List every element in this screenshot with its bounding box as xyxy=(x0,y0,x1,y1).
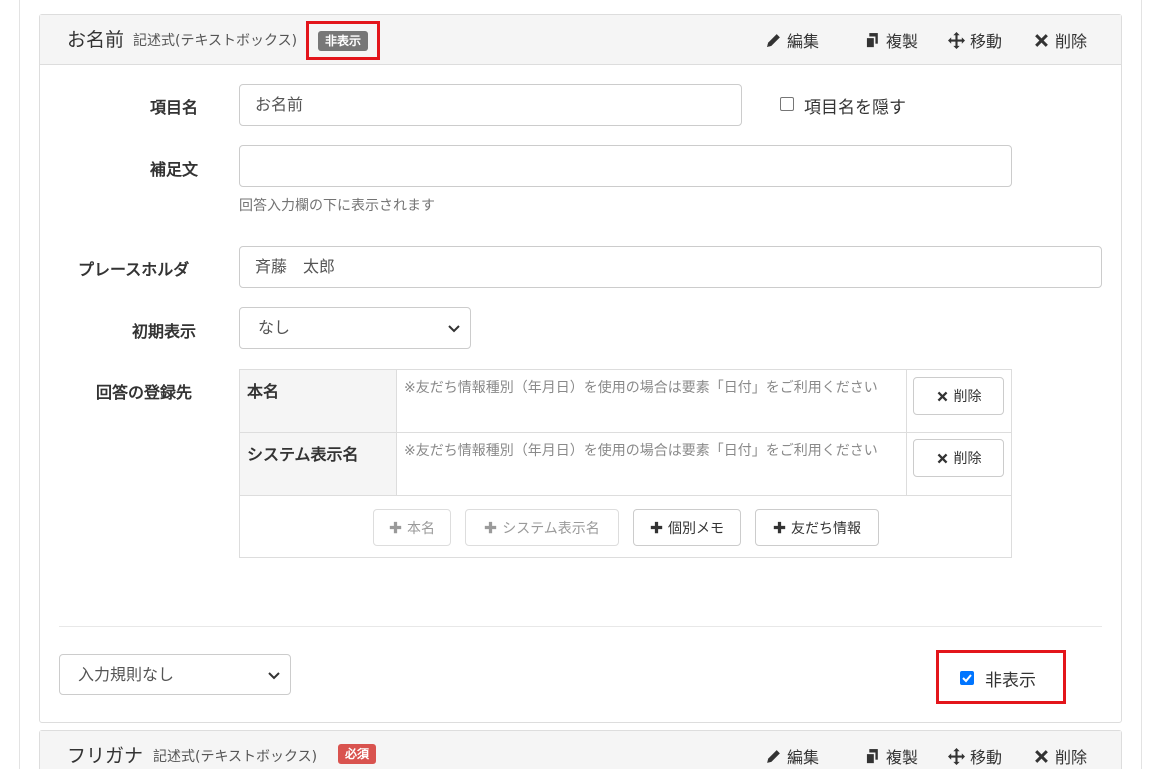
add-real-name-button[interactable]: 本名 xyxy=(373,509,451,546)
delete-button[interactable]: 削除 xyxy=(1033,28,1087,52)
pencil-icon xyxy=(767,33,780,47)
plus-icon xyxy=(389,521,402,534)
registration-note: ※友だち情報種別（年月日）を使用の場合は要素「日付」をご利用ください xyxy=(397,433,907,495)
remove-label: 削除 xyxy=(953,451,982,467)
registration-table: 本名 ※友だち情報種別（年月日）を使用の場合は要素「日付」をご利用ください 削除… xyxy=(239,369,1012,558)
copy-hand-icon xyxy=(865,32,878,49)
item-name-input[interactable]: お名前 xyxy=(239,84,742,126)
card-type-label: 記述式(テキストボックス) xyxy=(133,33,298,49)
item-name-label: 項目名 xyxy=(150,98,199,117)
initial-display-label: 初期表示 xyxy=(132,322,197,341)
add-memo-button[interactable]: 個別メモ xyxy=(633,509,741,546)
table-row: 本名 ※友だち情報種別（年月日）を使用の場合は要素「日付」をご利用ください 削除 xyxy=(240,370,1011,433)
page-left-rule xyxy=(19,0,20,769)
remove-registration-button[interactable]: 削除 xyxy=(913,439,1004,477)
add-friend-info-button[interactable]: 友だち情報 xyxy=(755,509,879,546)
placeholder-label: プレースホルダ xyxy=(78,260,190,279)
validation-rule-select[interactable]: 入力規則なし xyxy=(59,654,291,695)
close-icon xyxy=(1035,749,1048,763)
move-label: 移動 xyxy=(970,32,1003,51)
close-icon xyxy=(937,453,947,463)
hide-item-name-checkbox[interactable] xyxy=(780,97,794,111)
edit-button[interactable]: 編集 xyxy=(765,744,819,768)
move-button[interactable]: 移動 xyxy=(948,744,1002,768)
registration-label: 回答の登録先 xyxy=(96,383,193,402)
add-memo-label: 個別メモ xyxy=(668,520,724,537)
move-button[interactable]: 移動 xyxy=(948,28,1002,52)
plus-icon xyxy=(650,521,663,534)
initial-display-select[interactable]: なし xyxy=(239,307,471,349)
form-item-card-furigana: フリガナ 記述式(テキストボックス) 必須 編集 複製 移動 削除 xyxy=(39,730,1122,769)
delete-button[interactable]: 削除 xyxy=(1033,744,1087,768)
initial-display-value: なし xyxy=(258,318,291,337)
delete-label: 削除 xyxy=(1055,748,1088,767)
close-icon xyxy=(1035,33,1048,47)
add-system-name-button[interactable]: システム表示名 xyxy=(465,509,619,546)
card-heading: フリガナ 記述式(テキストボックス) 必須 編集 複製 移動 削除 xyxy=(40,731,1121,769)
registration-name: 本名 xyxy=(240,370,397,432)
hide-item-name-label: 項目名を隠す xyxy=(804,98,906,118)
delete-label: 削除 xyxy=(1055,32,1088,51)
highlight-box-badge xyxy=(306,21,380,60)
remove-registration-button[interactable]: 削除 xyxy=(913,377,1004,415)
required-badge: 必須 xyxy=(338,744,377,764)
card-title: お名前 xyxy=(67,29,125,51)
highlight-box-hidden xyxy=(936,650,1066,704)
add-friend-info-label: 友だち情報 xyxy=(791,520,861,537)
registration-note: ※友だち情報種別（年月日）を使用の場合は要素「日付」をご利用ください xyxy=(397,370,907,432)
card-title: フリガナ xyxy=(67,745,144,767)
plus-icon xyxy=(773,521,786,534)
move-arrows-icon xyxy=(948,31,965,49)
edit-button[interactable]: 編集 xyxy=(765,28,819,52)
plus-icon xyxy=(485,521,497,534)
chevron-down-icon xyxy=(448,325,460,333)
supplement-label: 補足文 xyxy=(150,160,199,179)
footer-divider xyxy=(59,626,1102,627)
supplement-input[interactable] xyxy=(239,145,1012,187)
close-icon xyxy=(937,391,947,401)
remove-label: 削除 xyxy=(953,389,982,405)
registration-name: システム表示名 xyxy=(240,433,397,495)
edit-label: 編集 xyxy=(787,32,820,51)
move-arrows-icon xyxy=(948,747,965,765)
validation-rule-value: 入力規則なし xyxy=(78,665,175,684)
duplicate-label: 複製 xyxy=(886,32,919,51)
add-real-name-label: 本名 xyxy=(407,520,435,537)
placeholder-input[interactable]: 斉藤 太郎 xyxy=(239,246,1102,288)
duplicate-button[interactable]: 複製 xyxy=(864,28,918,52)
chevron-down-icon xyxy=(268,672,280,680)
move-label: 移動 xyxy=(970,748,1003,767)
copy-hand-icon xyxy=(865,748,878,765)
table-row: システム表示名 ※友だち情報種別（年月日）を使用の場合は要素「日付」をご利用くだ… xyxy=(240,433,1011,496)
card-heading: お名前 記述式(テキストボックス) 非表示 編集 複製 移動 削除 xyxy=(40,15,1121,65)
edit-label: 編集 xyxy=(787,748,820,767)
supplement-help-text: 回答入力欄の下に表示されます xyxy=(239,198,435,214)
page-right-rule xyxy=(1141,0,1142,769)
add-system-name-label: システム表示名 xyxy=(502,520,600,537)
card-type-label: 記述式(テキストボックス) xyxy=(153,749,318,765)
duplicate-label: 複製 xyxy=(886,748,919,767)
pencil-icon xyxy=(767,749,780,763)
duplicate-button[interactable]: 複製 xyxy=(864,744,918,768)
